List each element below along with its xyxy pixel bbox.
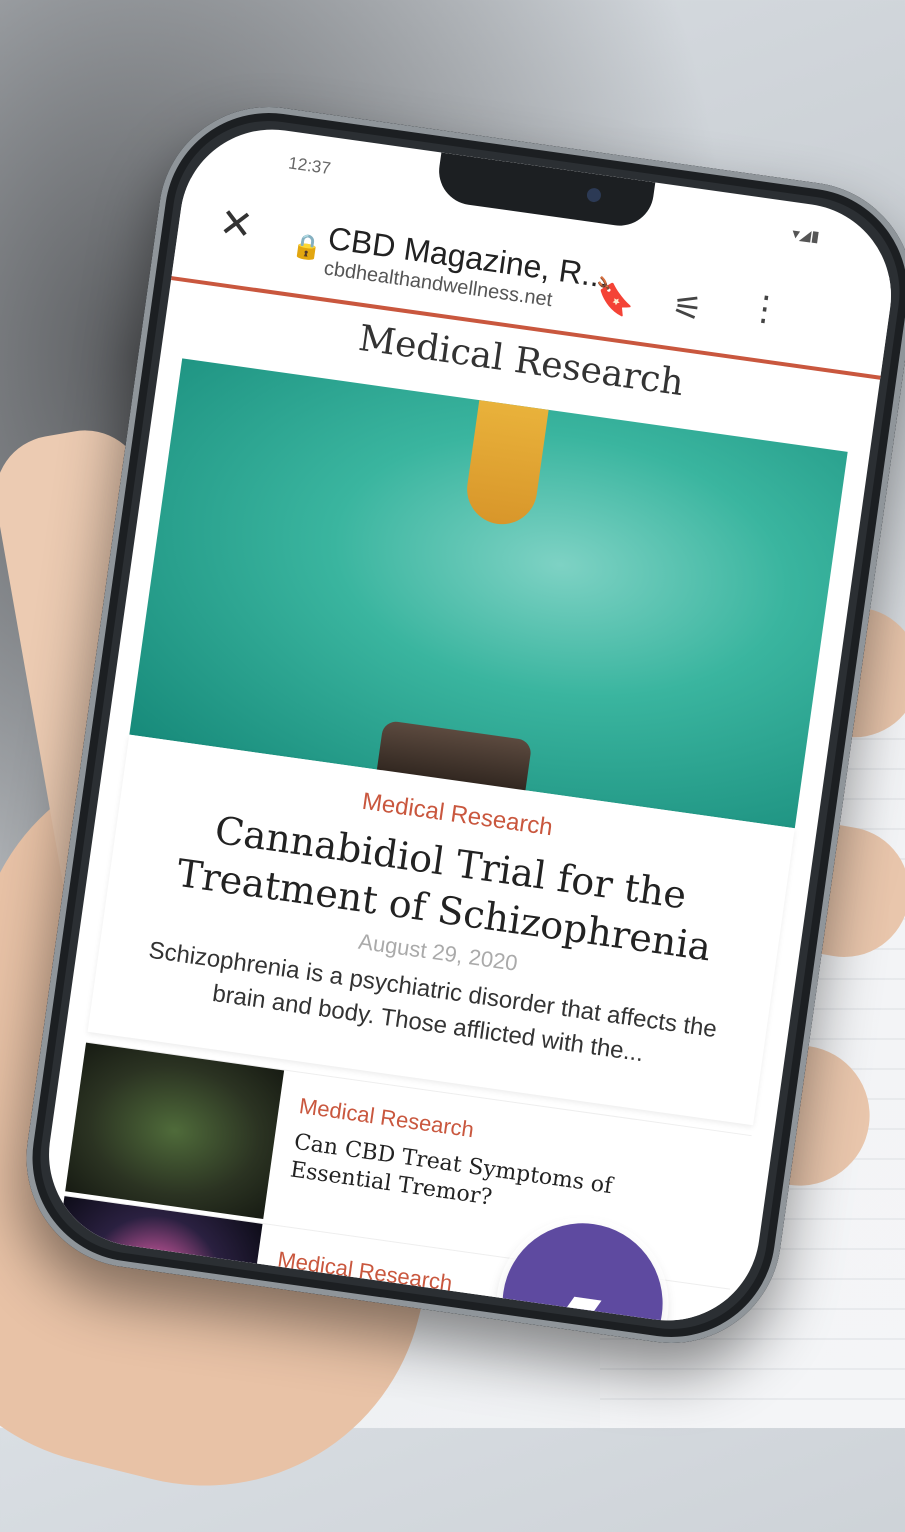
more-icon[interactable]: ⋮	[745, 287, 784, 331]
lock-icon: 🔒	[290, 231, 324, 263]
status-time: 12:37	[287, 153, 332, 179]
system-icons: ▾◢▮	[791, 225, 821, 246]
article-title[interactable]: Can CBD Treat Symptoms of Essential Trem…	[288, 1129, 672, 1237]
chat-icon: ▰	[560, 1274, 605, 1333]
phone-screen: 12:37 ▾◢▮ ✕ 🔒 CBD Magazine, R... cbdheal…	[37, 117, 903, 1333]
close-icon[interactable]: ✕	[216, 200, 255, 248]
share-icon[interactable]: ⚟	[669, 286, 705, 330]
dropper-graphic	[462, 400, 549, 529]
article-thumbnail[interactable]	[65, 1042, 285, 1220]
camera-icon	[586, 187, 602, 204]
bookmark-icon[interactable]: 🔖	[590, 275, 637, 321]
article-category[interactable]: Medical Research	[276, 1247, 454, 1297]
